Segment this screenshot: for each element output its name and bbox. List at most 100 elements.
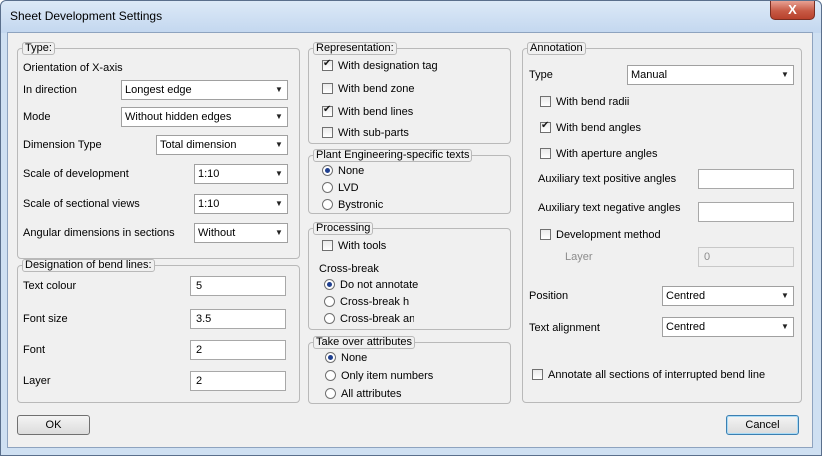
bend-radii-label[interactable]: With bend radii	[556, 95, 629, 109]
annotation-layer-field[interactable]: 0	[698, 247, 794, 267]
cross-break-an-radio[interactable]	[324, 313, 335, 324]
with-tools-checkbox[interactable]	[322, 240, 333, 251]
text-alignment-select[interactable]: Centred ▼	[662, 317, 794, 337]
plant-none-label[interactable]: None	[338, 164, 364, 178]
angular-select[interactable]: Without ▼	[194, 223, 288, 243]
window-title: Sheet Development Settings	[10, 9, 163, 23]
font-size-value: 3.5	[196, 313, 212, 325]
scale-sec-label: Scale of sectional views	[23, 198, 140, 210]
layer-value: 2	[196, 375, 203, 387]
text-colour-field[interactable]: 5	[190, 276, 286, 296]
close-button[interactable]: X	[770, 1, 815, 20]
annotate-all-label[interactable]: Annotate all sections of interrupted ben…	[548, 368, 765, 382]
bend-lines-checkbox[interactable]	[322, 104, 333, 117]
aux-negative-label: Auxiliary text negative angles	[538, 202, 681, 214]
dimension-type-value: Total dimension	[160, 139, 237, 151]
layer-field[interactable]: 2	[190, 371, 286, 391]
bend-zone-label[interactable]: With bend zone	[338, 82, 414, 96]
ok-button[interactable]: OK	[17, 415, 90, 435]
annotation-layer-value: 0	[704, 251, 711, 263]
position-value: Centred	[666, 290, 706, 302]
angular-value: Without	[198, 227, 236, 239]
annotation-type-value: Manual	[631, 69, 668, 81]
processing-legend: Processing	[313, 222, 374, 235]
do-not-annotate-label[interactable]: Do not annotate	[340, 278, 419, 292]
bend-zone-checkbox[interactable]	[322, 83, 333, 94]
annotate-all-checkbox[interactable]	[532, 369, 543, 380]
scale-dev-value: 1:10	[198, 168, 220, 180]
scale-sec-value: 1:10	[198, 198, 220, 210]
cross-break-label: Cross-break	[319, 263, 379, 275]
aux-negative-field[interactable]	[698, 202, 794, 222]
plant-legend: Plant Engineering-specific texts	[313, 149, 473, 162]
chevron-down-icon: ▼	[275, 169, 283, 178]
development-method-checkbox[interactable]	[540, 229, 551, 240]
angular-label: Angular dimensions in sections	[23, 227, 175, 239]
take-over-none-radio[interactable]	[325, 352, 336, 363]
position-label: Position	[529, 290, 569, 302]
dimension-type-label: Dimension Type	[23, 139, 102, 151]
scale-dev-select[interactable]: 1:10 ▼	[194, 164, 288, 184]
font-field[interactable]: 2	[190, 340, 286, 360]
designation-legend: Designation of bend lines:	[22, 259, 155, 272]
font-label: Font	[23, 344, 46, 356]
chevron-down-icon: ▼	[275, 140, 283, 149]
title-bar[interactable]: Sheet Development Settings	[1, 1, 821, 33]
mode-select[interactable]: Without hidden edges ▼	[121, 107, 288, 127]
chevron-down-icon: ▼	[781, 291, 789, 300]
font-size-field[interactable]: 3.5	[190, 309, 286, 329]
text-alignment-label: Text alignment	[529, 322, 600, 334]
development-method-label[interactable]: Development method	[556, 228, 661, 242]
dialog-client-area: Type: Orientation of X-axis In direction…	[7, 32, 813, 448]
plant-none-radio[interactable]	[322, 165, 333, 176]
aperture-angles-label[interactable]: With aperture angles	[556, 147, 658, 161]
cancel-button[interactable]: Cancel	[726, 415, 799, 435]
annotation-layer-label: Layer	[565, 251, 593, 263]
position-select[interactable]: Centred ▼	[662, 286, 794, 306]
annotation-type-select[interactable]: Manual ▼	[627, 65, 794, 85]
all-attributes-radio[interactable]	[325, 388, 336, 399]
representation-legend: Representation:	[313, 42, 397, 55]
dimension-type-select[interactable]: Total dimension ▼	[156, 135, 288, 155]
plant-lvd-label[interactable]: LVD	[338, 181, 359, 195]
do-not-annotate-radio[interactable]	[324, 279, 335, 290]
plant-bystronic-radio[interactable]	[322, 199, 333, 210]
only-item-numbers-radio[interactable]	[325, 370, 336, 381]
text-colour-value: 5	[196, 280, 203, 292]
bend-angles-label[interactable]: With bend angles	[556, 121, 641, 135]
bend-lines-label[interactable]: With bend lines	[338, 105, 413, 119]
bend-radii-checkbox[interactable]	[540, 96, 551, 107]
type-legend: Type:	[22, 42, 55, 55]
aux-positive-field[interactable]	[698, 169, 794, 189]
designation-tag-checkbox[interactable]	[322, 58, 333, 71]
font-value: 2	[196, 344, 203, 356]
aperture-angles-checkbox[interactable]	[540, 148, 551, 159]
in-direction-value: Longest edge	[125, 84, 192, 96]
cross-break-an-label[interactable]: Cross-break an	[340, 312, 414, 326]
take-over-legend: Take over attributes	[313, 336, 415, 349]
bend-angles-checkbox[interactable]	[540, 120, 551, 133]
orientation-label: Orientation of X-axis	[23, 62, 123, 74]
chevron-down-icon: ▼	[275, 199, 283, 208]
aux-positive-label: Auxiliary text positive angles	[538, 173, 677, 185]
with-tools-label[interactable]: With tools	[338, 239, 386, 253]
plant-lvd-radio[interactable]	[322, 182, 333, 193]
text-alignment-value: Centred	[666, 321, 706, 333]
all-attributes-label[interactable]: All attributes	[341, 387, 402, 401]
sub-parts-checkbox[interactable]	[322, 127, 333, 138]
scale-dev-label: Scale of development	[23, 168, 129, 180]
scale-sec-select[interactable]: 1:10 ▼	[194, 194, 288, 214]
cross-break-h-label[interactable]: Cross-break h	[340, 295, 410, 309]
designation-tag-label[interactable]: With designation tag	[338, 59, 438, 73]
mode-label: Mode	[23, 111, 51, 123]
chevron-down-icon: ▼	[275, 112, 283, 121]
take-over-none-label[interactable]: None	[341, 351, 367, 365]
font-size-label: Font size	[23, 313, 68, 325]
sub-parts-label[interactable]: With sub-parts	[338, 126, 409, 140]
plant-bystronic-label[interactable]: Bystronic	[338, 198, 383, 212]
in-direction-label: In direction	[23, 84, 77, 96]
cross-break-h-radio[interactable]	[324, 296, 335, 307]
only-item-numbers-label[interactable]: Only item numbers	[341, 369, 433, 383]
in-direction-select[interactable]: Longest edge ▼	[121, 80, 288, 100]
layer-label: Layer	[23, 375, 51, 387]
